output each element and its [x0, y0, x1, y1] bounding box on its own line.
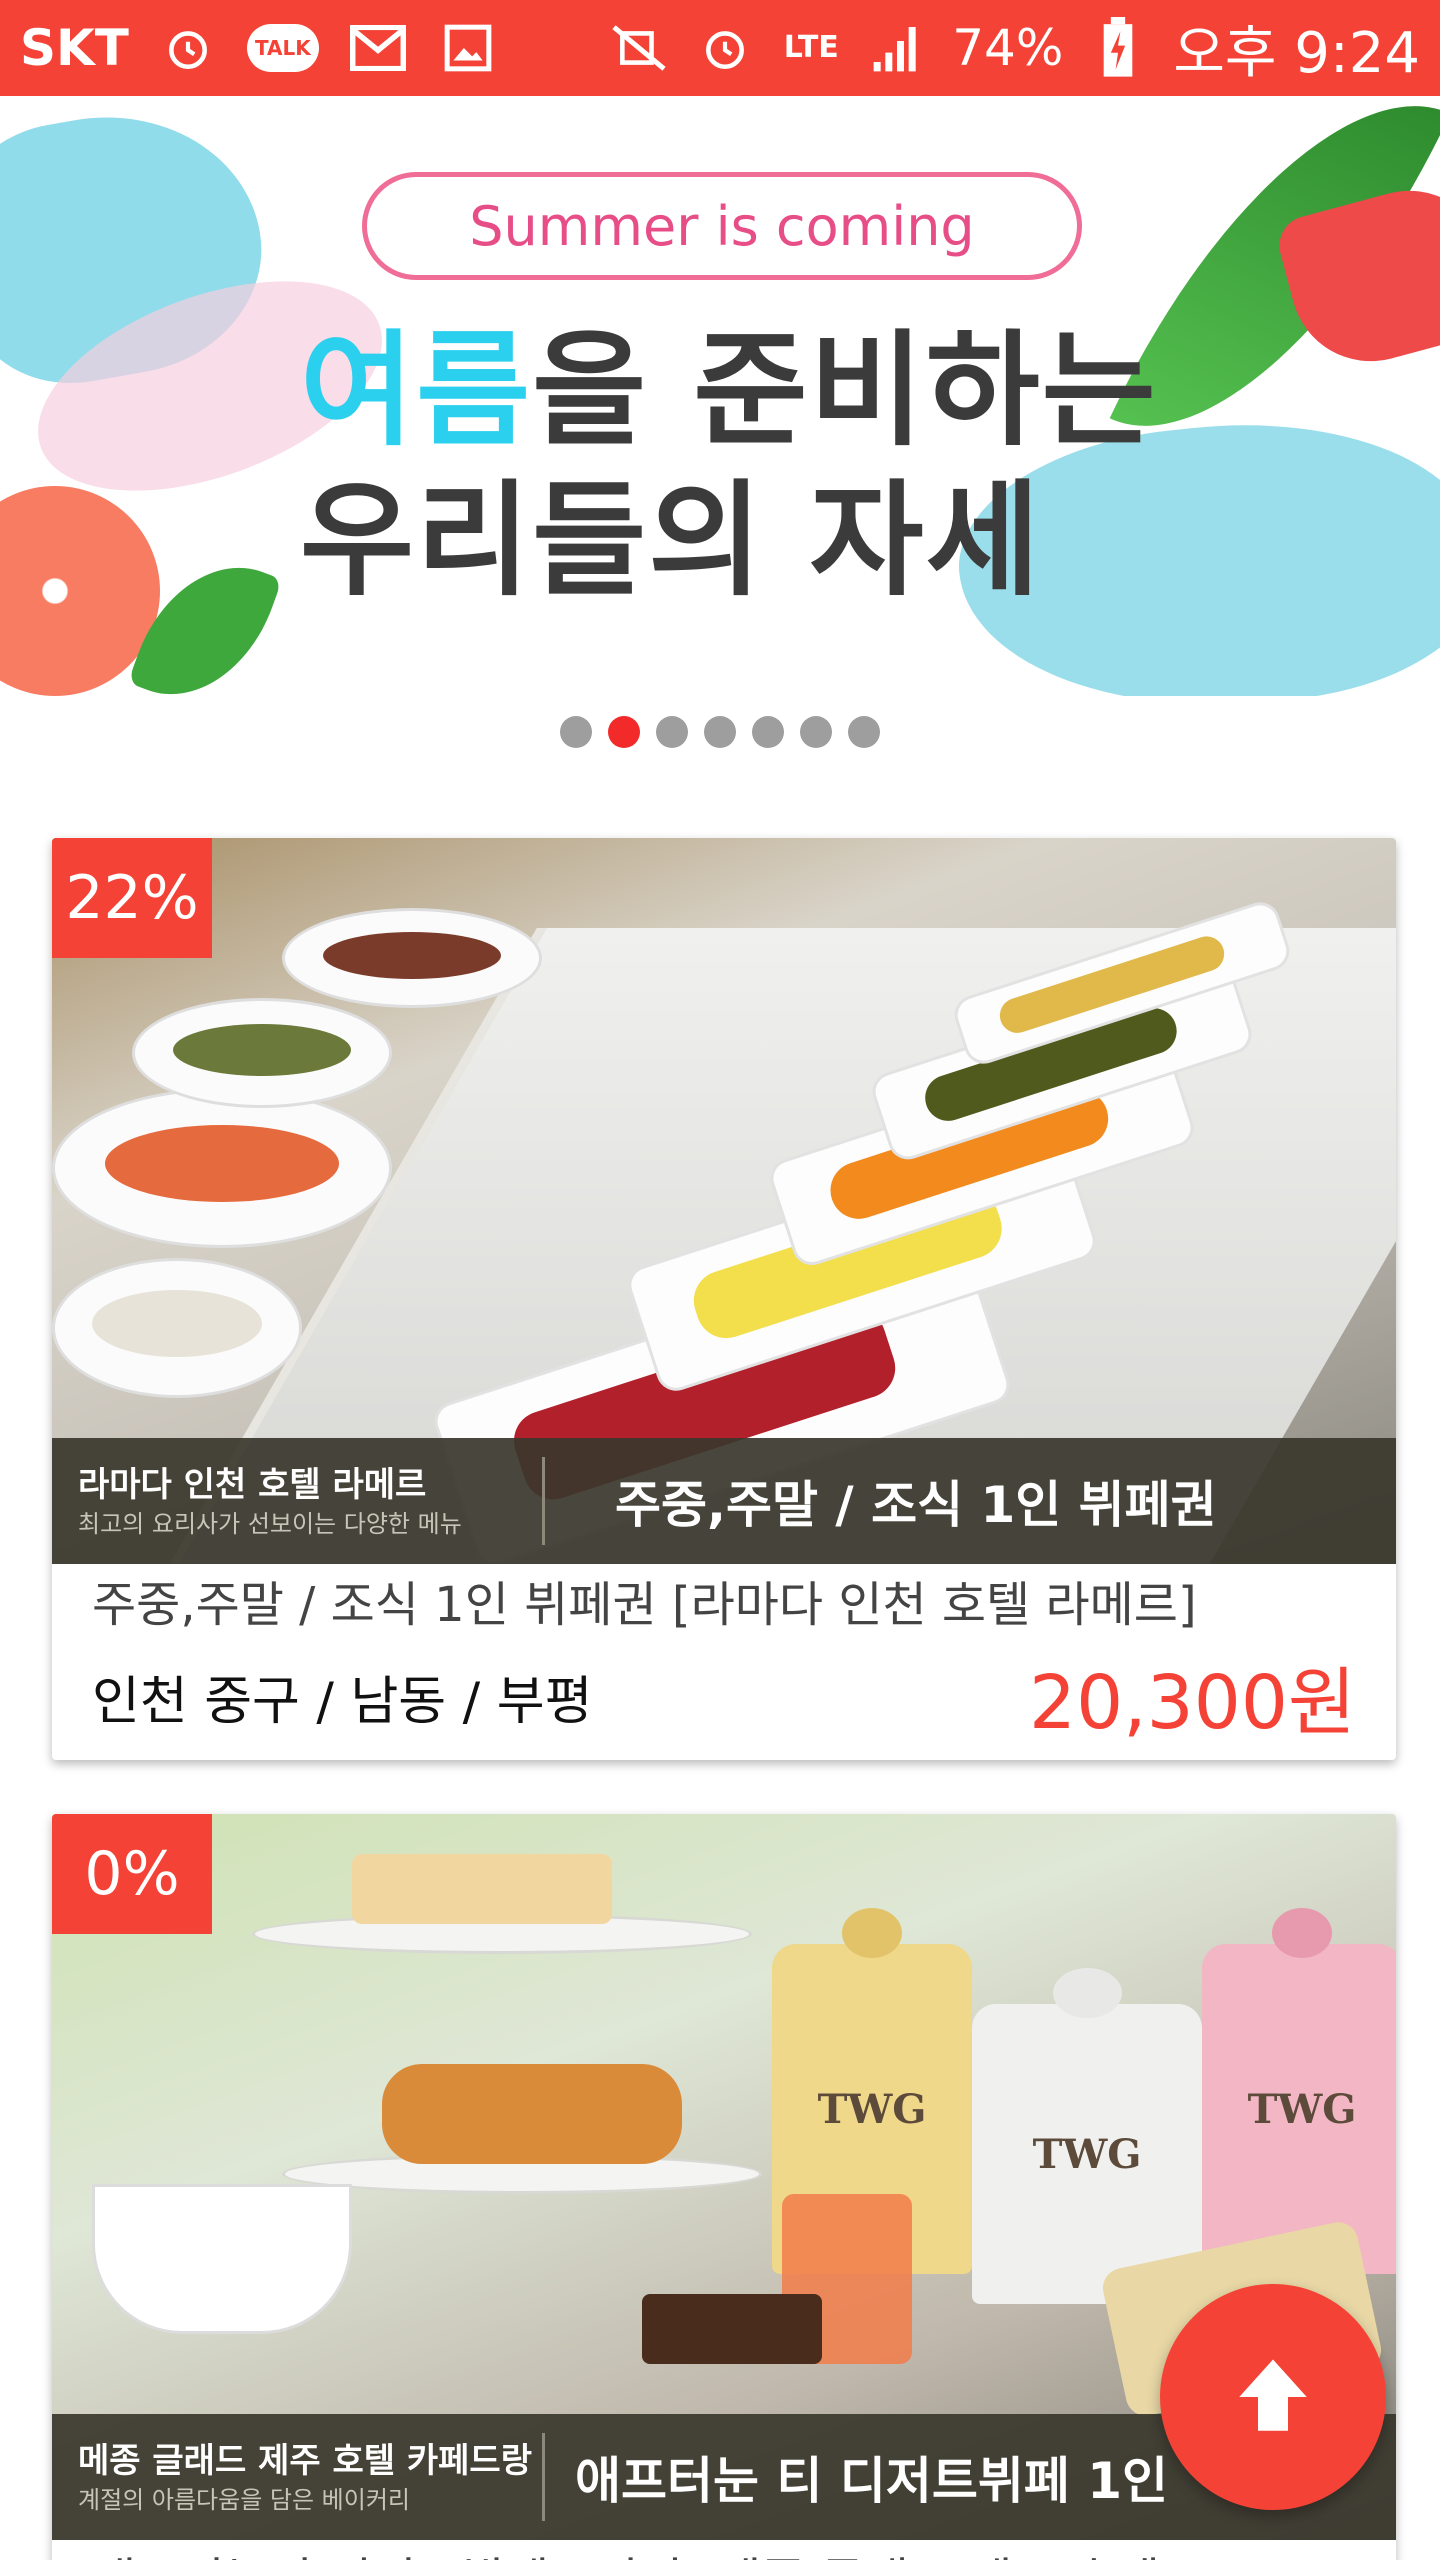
caption-venue-block: 라마다 인천 호텔 라메르 최고의 요리사가 선보이는 다양한 메뉴 — [52, 1462, 542, 1540]
deal-image: 22% 라마다 인천 호텔 라메르 최고의 요리사가 선보이는 다양한 메뉴 주… — [52, 838, 1396, 1564]
pastry-image — [382, 2064, 682, 2164]
deal-title: 주중,주말 / 조식 1인 뷔페권 [라마다 인천 호텔 라메르] — [92, 1577, 1197, 1633]
teacup-image — [92, 2184, 352, 2334]
deal-title: 애프터눈티 디저트뷔페 1인권 [메종 글래드 제주 호텔] — [92, 2540, 1356, 2560]
banner-tag: Summer is coming — [362, 172, 1082, 280]
caption-venue: 라마다 인천 호텔 라메르 — [78, 1465, 427, 1505]
bowl-image — [52, 1088, 392, 1248]
deal-details: 애프터눈티 디저트뷔페 1인권 [메종 글래드 제주 호텔] — [52, 2540, 1396, 2560]
pager-dot-4[interactable] — [704, 716, 736, 748]
headline-line-2: 우리들의 자세 — [300, 469, 1042, 613]
signal-icon — [866, 17, 928, 79]
headline-line-1: 여름을 준비하는 — [300, 316, 1200, 466]
chocolate-cake-image — [642, 2294, 822, 2364]
status-bar-left: SKT TALK — [20, 17, 499, 79]
tin-label: TWG — [1032, 2130, 1142, 2178]
deal-meta-row: 인천 중구 / 남동 / 부평 20,300원 — [92, 1646, 1356, 1746]
lte-icon: LTE — [783, 30, 839, 65]
banner-headline: 여름을 준비하는 우리들의 자세 — [300, 316, 1200, 616]
caption-tagline: 최고의 요리사가 선보이는 다양한 메뉴 — [78, 1510, 462, 1538]
banner-pager[interactable] — [0, 716, 1440, 756]
deal-details: 주중,주말 / 조식 1인 뷔페권 [라마다 인천 호텔 라메르] 인천 중구 … — [52, 1564, 1396, 1746]
pager-dot-7[interactable] — [848, 716, 880, 748]
alarm-icon — [157, 17, 219, 79]
tea-tin-image: TWG — [1202, 1908, 1396, 2274]
pager-dot-6[interactable] — [800, 716, 832, 748]
carrier-label: SKT — [20, 19, 129, 77]
headline-accent: 여름 — [300, 319, 533, 463]
discount-badge: 22% — [52, 838, 212, 958]
pager-dot-5[interactable] — [752, 716, 784, 748]
caption-divider — [542, 2433, 545, 2521]
bread-basket-image — [52, 1258, 302, 1398]
caption-tagline: 계절의 아름다움을 담은 베이커리 — [78, 2486, 411, 2514]
bowl-image — [282, 908, 542, 1008]
caption-divider — [542, 1457, 545, 1545]
image-icon — [437, 17, 499, 79]
caption-venue-block: 메종 글래드 제주 호텔 카페드랑 계절의 아름다움을 담은 베이커리 — [52, 2438, 542, 2516]
pager-dot-1[interactable] — [560, 716, 592, 748]
alarm-icon — [694, 17, 756, 79]
talk-icon: TALK — [246, 24, 319, 72]
arrow-up-icon — [1239, 2359, 1307, 2431]
deal-card[interactable]: 22% 라마다 인천 호텔 라메르 최고의 요리사가 선보이는 다양한 메뉴 주… — [52, 838, 1396, 1760]
status-bar: SKT TALK LTE 74% 오후 9:24 — [0, 0, 1440, 96]
caption-title: 애프터눈 티 디저트뷔페 1인 — [575, 2452, 1169, 2510]
tin-label: TWG — [1247, 2085, 1357, 2133]
battery-icon — [1087, 17, 1149, 79]
caption-title: 주중,주말 / 조식 1인 뷔페권 — [615, 1476, 1217, 1534]
headline-rest: 을 준비하는 — [532, 319, 1158, 463]
deal-location: 인천 중구 / 남동 / 부평 — [92, 1671, 593, 1732]
promo-banner[interactable]: Summer is coming 여름을 준비하는 우리들의 자세 — [0, 96, 1440, 696]
caption-venue: 메종 글래드 제주 호텔 카페드랑 — [78, 2441, 532, 2481]
bowl-image — [132, 998, 392, 1108]
scroll-to-top-button[interactable] — [1160, 2284, 1386, 2510]
cake-image — [352, 1854, 612, 1924]
clock: 오후 9:24 — [1173, 20, 1420, 86]
gmail-icon — [347, 17, 409, 79]
deal-image-caption: 라마다 인천 호텔 라메르 최고의 요리사가 선보이는 다양한 메뉴 주중,주말… — [52, 1438, 1396, 1564]
tin-label: TWG — [817, 2085, 927, 2133]
pager-dot-3[interactable] — [656, 716, 688, 748]
mute-icon — [608, 17, 670, 79]
battery-percent: 74% — [952, 19, 1064, 77]
deal-price: 20,300원 — [1028, 1659, 1356, 1746]
discount-badge: 0% — [52, 1814, 212, 1934]
pager-dot-2[interactable] — [608, 716, 640, 748]
status-bar-right: LTE 74% 오후 9:24 — [608, 8, 1420, 89]
